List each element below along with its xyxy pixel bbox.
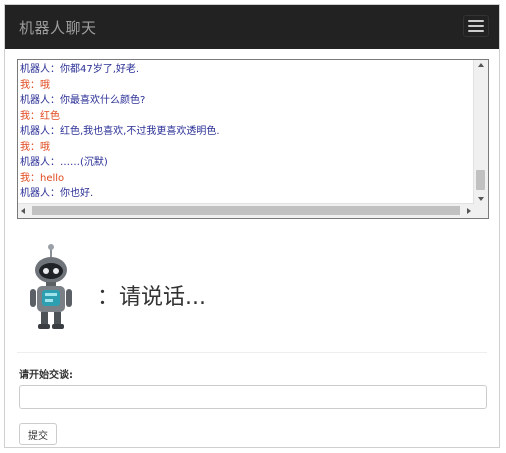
chat-line-text: 你都47岁了,好老. [60, 64, 140, 75]
chat-line-robot: 机器人：你也好. [20, 186, 472, 202]
chat-line-text: hello [40, 172, 65, 184]
chat-line-prefix: 我： [20, 141, 40, 153]
chat-line-prefix: 我： [20, 79, 40, 91]
chat-log-lines: 机器人：你都47岁了,好老. 我：哦 机器人：你最喜欢什么颜色? 我：红色 机器人：红色… [20, 62, 472, 204]
chat-line-prefix: 机器人： [20, 64, 60, 75]
vertical-scrollbar[interactable] [473, 60, 488, 204]
chat-line-prefix: 我： [20, 172, 40, 184]
scrollbar-corner [474, 204, 488, 218]
chat-line-prefix: 机器人： [20, 157, 60, 168]
chat-line-robot: 机器人：你都47岁了,好老. [20, 62, 472, 78]
app-frame: 机器人聊天 机器人：你都47岁了,好老. 我：哦 机器人：你最喜欢什么颜色? 我：红色… [4, 4, 500, 448]
hamburger-icon[interactable] [463, 15, 489, 37]
chat-line-prefix: 我： [20, 110, 40, 122]
chat-line-text: ……(沉默) [60, 157, 108, 168]
scroll-up-arrow-icon[interactable] [478, 63, 484, 67]
chat-log[interactable]: 机器人：你都47岁了,好老. 我：哦 机器人：你最喜欢什么颜色? 我：红色 机器人：红色… [17, 59, 489, 219]
robot-speech: ：请说话... [97, 285, 206, 310]
chat-line-text: 哦 [40, 79, 50, 91]
navbar: 机器人聊天 [5, 5, 499, 49]
form-label: 请开始交谈: [19, 370, 73, 381]
chat-line-robot: 机器人：你最喜欢什么颜色? [20, 93, 472, 109]
chat-line-me: 我：哦 [20, 78, 472, 94]
chat-line-me: 我：哦 [20, 140, 472, 156]
chat-line-prefix: 机器人： [20, 188, 60, 199]
chat-line-me: 我：红色 [20, 109, 472, 125]
chat-line-me: 我：hello [20, 171, 472, 187]
submit-button[interactable]: 提交 [19, 423, 57, 445]
chat-line-prefix: 机器人： [20, 95, 60, 106]
chat-line-text: 红色 [40, 110, 60, 122]
horizontal-scroll-thumb[interactable] [32, 206, 460, 215]
chat-line-robot: 机器人：……(沉默) [20, 155, 472, 171]
chat-line-prefix: 机器人： [20, 126, 60, 137]
scroll-right-arrow-icon[interactable] [467, 208, 471, 214]
chat-line-text: 你也好. [60, 188, 94, 199]
chat-line-robot: 机器人：红色,我也喜欢,不过我更喜欢透明色. [20, 124, 472, 140]
chat-line-text: 哦 [40, 141, 50, 153]
chat-line-text: 红色,我也喜欢,不过我更喜欢透明色. [60, 126, 220, 137]
scroll-left-arrow-icon[interactable] [21, 208, 25, 214]
scroll-down-arrow-icon[interactable] [478, 197, 484, 201]
robot-icon [21, 243, 81, 333]
chat-line-text: 你最喜欢什么颜色? [60, 95, 146, 106]
navbar-brand[interactable]: 机器人聊天 [19, 17, 97, 38]
vertical-scroll-thumb[interactable] [476, 170, 485, 190]
horizontal-scrollbar[interactable] [18, 203, 474, 218]
divider [17, 352, 487, 353]
chat-input[interactable] [19, 385, 487, 409]
